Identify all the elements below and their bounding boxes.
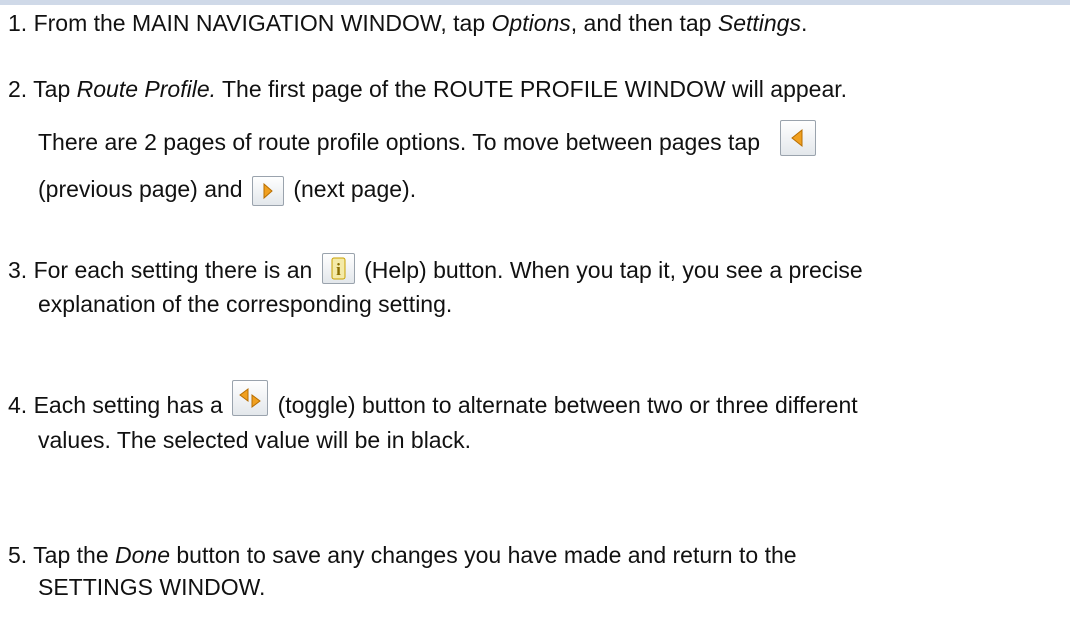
step-4-line-2: values. The selected value will be in bl…: [38, 425, 471, 455]
step-text: For each setting there is an: [33, 257, 313, 283]
step-3: 3. For each setting there is an i (Help)…: [8, 253, 863, 287]
step-text: Each setting has a: [33, 392, 223, 418]
step-number: 4.: [8, 392, 28, 418]
ui-term-settings: Settings: [717, 10, 801, 36]
step-text: (toggle) button to alternate between two…: [277, 392, 858, 418]
step-1: 1. From the MAIN NAVIGATION WINDOW, tap …: [8, 8, 807, 38]
step-4: 4. Each setting has a (toggle) button to…: [8, 379, 858, 425]
step-text: explanation of the corresponding setting…: [38, 291, 453, 317]
step-text: .: [800, 10, 808, 36]
previous-page-icon: [780, 119, 817, 156]
step-text: (next page).: [293, 176, 417, 202]
step-text: From the MAIN NAVIGATION WINDOW, tap: [33, 10, 492, 36]
step-5: 5. Tap the Done button to save any chang…: [8, 540, 797, 570]
step-text: values. The selected value will be in bl…: [38, 427, 471, 453]
top-rule: [0, 0, 1070, 5]
ui-term-route-profile: Route Profile.: [76, 76, 217, 102]
step-text: Tap: [33, 76, 77, 102]
step-number: 1.: [8, 10, 28, 36]
step-5-line-2: SETTINGS WINDOW.: [38, 572, 265, 602]
help-icon: i: [321, 253, 355, 285]
next-page-icon: [251, 175, 284, 206]
step-text: button to save any changes you have made…: [170, 542, 797, 568]
step-3-line-2: explanation of the corresponding setting…: [38, 289, 452, 319]
step-number: 3.: [8, 257, 28, 283]
ui-term-options: Options: [491, 10, 571, 36]
step-text: There are 2 pages of route profile optio…: [38, 129, 760, 155]
step-text: , and then tap: [570, 10, 718, 36]
step-text: The first page of the ROUTE PROFILE WIND…: [216, 76, 848, 102]
step-number: 2.: [8, 76, 28, 102]
step-number: 5.: [8, 542, 28, 568]
step-2-detail-line-1: There are 2 pages of route profile optio…: [38, 119, 817, 162]
step-text: (Help) button. When you tap it, you see …: [364, 257, 863, 283]
svg-text:i: i: [336, 260, 341, 279]
step-text: SETTINGS WINDOW.: [38, 574, 266, 600]
ui-term-done: Done: [115, 542, 170, 568]
step-2: 2. Tap Route Profile. The first page of …: [8, 74, 847, 104]
step-text: Tap the: [33, 542, 116, 568]
toggle-icon: [232, 379, 269, 416]
step-text: (previous page) and: [38, 176, 243, 202]
step-2-detail-line-2: (previous page) and (next page).: [38, 172, 416, 206]
